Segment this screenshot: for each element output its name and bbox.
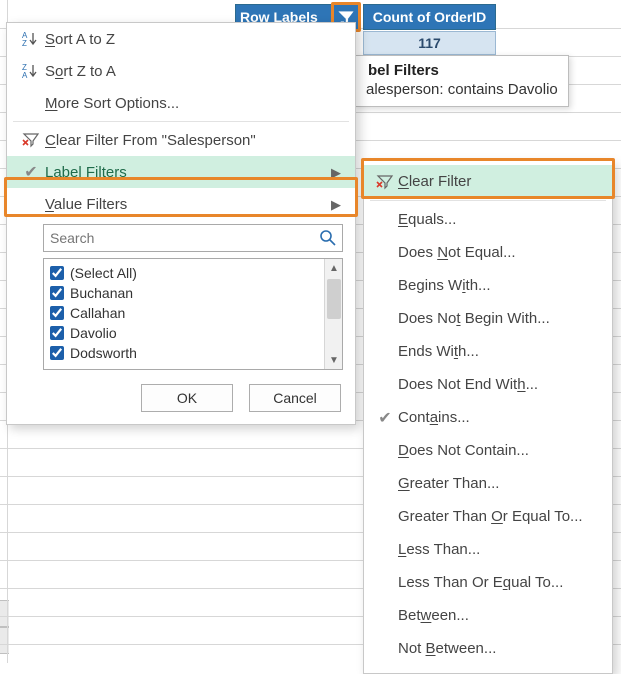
- submenu-not-equal[interactable]: Does Not Equal...: [364, 236, 612, 269]
- filter-values-items: (Select All) Buchanan Callahan Davolio D…: [44, 259, 324, 369]
- svg-text:A: A: [22, 71, 28, 80]
- checkbox[interactable]: [50, 346, 64, 360]
- checkbox[interactable]: [50, 286, 64, 300]
- cancel-button[interactable]: Cancel: [249, 384, 341, 412]
- submenu-label: Does Not Equal...: [398, 244, 516, 261]
- menu-label: Label Filters: [45, 164, 345, 181]
- submenu-label: Less Than...: [398, 541, 480, 558]
- label-filters-submenu: Clear Filter Equals... Does Not Equal...…: [363, 160, 613, 674]
- scrollbar[interactable]: ▲ ▼: [324, 259, 342, 369]
- filter-tooltip: bel Filters alesperson: contains Davolio: [355, 55, 569, 107]
- submenu-clear-filter[interactable]: Clear Filter: [364, 165, 612, 198]
- menu-label: Value Filters: [45, 196, 345, 213]
- filter-item[interactable]: Buchanan: [48, 283, 320, 303]
- submenu-not-between[interactable]: Not Between...: [364, 632, 612, 665]
- submenu-label: Begins With...: [398, 277, 491, 294]
- submenu-label: Does Not End With...: [398, 376, 538, 393]
- filter-item[interactable]: Callahan: [48, 303, 320, 323]
- submenu-contains[interactable]: ✔Contains...: [364, 401, 612, 434]
- filter-context-menu: AZ Sort A to Z ZA Sort Z to A More Sort …: [6, 22, 356, 425]
- menu-label: More Sort Options...: [45, 95, 345, 112]
- sort-az-icon: AZ: [17, 30, 45, 48]
- pivot-count-value: 117: [363, 31, 496, 55]
- submenu-not-begin-with[interactable]: Does Not Begin With...: [364, 302, 612, 335]
- submenu-arrow-icon: ▶: [331, 165, 341, 181]
- submenu-not-contain[interactable]: Does Not Contain...: [364, 434, 612, 467]
- submenu-label: Equals...: [398, 211, 456, 228]
- submenu-gte[interactable]: Greater Than Or Equal To...: [364, 500, 612, 533]
- submenu-less-than[interactable]: Less Than...: [364, 533, 612, 566]
- menu-sort-za[interactable]: ZA Sort Z to A: [7, 55, 355, 87]
- menu-sort-az[interactable]: AZ Sort A to Z: [7, 23, 355, 55]
- sort-za-icon: ZA: [17, 62, 45, 80]
- filter-item[interactable]: Dodsworth: [48, 343, 320, 363]
- menu-label: Sort A to Z: [45, 31, 345, 48]
- menu-more-sort[interactable]: More Sort Options...: [7, 87, 355, 119]
- submenu-begins-with[interactable]: Begins With...: [364, 269, 612, 302]
- separator: [13, 121, 349, 122]
- submenu-label: Greater Than...: [398, 475, 499, 492]
- scroll-thumb[interactable]: [327, 279, 341, 319]
- svg-text:Z: Z: [22, 39, 27, 48]
- scroll-up-icon[interactable]: ▲: [325, 259, 343, 277]
- scroll-down-icon[interactable]: ▼: [325, 351, 343, 369]
- ok-button[interactable]: OK: [141, 384, 233, 412]
- submenu-label: Less Than Or Equal To...: [398, 574, 563, 591]
- submenu-not-end-with[interactable]: Does Not End With...: [364, 368, 612, 401]
- clear-filter-icon: [17, 131, 45, 149]
- check-icon: ✔: [17, 162, 45, 182]
- tooltip-body: alesperson: contains Davolio: [366, 81, 558, 98]
- submenu-label: Between...: [398, 607, 469, 624]
- submenu-label: Does Not Contain...: [398, 442, 529, 459]
- menu-label: Clear Filter From "Salesperson": [45, 132, 345, 149]
- search-icon[interactable]: [319, 229, 337, 247]
- submenu-label: Does Not Begin With...: [398, 310, 550, 327]
- filter-values-listbox[interactable]: (Select All) Buchanan Callahan Davolio D…: [43, 258, 343, 370]
- submenu-equals[interactable]: Equals...: [364, 203, 612, 236]
- dialog-buttons: OK Cancel: [7, 370, 355, 412]
- submenu-ends-with[interactable]: Ends With...: [364, 335, 612, 368]
- submenu-lte[interactable]: Less Than Or Equal To...: [364, 566, 612, 599]
- menu-label: Sort Z to A: [45, 63, 345, 80]
- check-icon: ✔: [372, 408, 398, 428]
- separator: [370, 200, 606, 201]
- pivot-count-header[interactable]: Count of OrderID: [363, 4, 496, 30]
- submenu-label: Ends With...: [398, 343, 479, 360]
- submenu-label: Not Between...: [398, 640, 496, 657]
- submenu-label: Greater Than Or Equal To...: [398, 508, 583, 525]
- clear-filter-icon: [372, 173, 398, 191]
- submenu-between[interactable]: Between...: [364, 599, 612, 632]
- search-input[interactable]: [43, 224, 343, 252]
- checkbox[interactable]: [50, 266, 64, 280]
- filter-item[interactable]: Davolio: [48, 323, 320, 343]
- submenu-label: Clear Filter: [398, 173, 471, 190]
- menu-clear-filter-from[interactable]: Clear Filter From "Salesperson": [7, 124, 355, 156]
- menu-value-filters[interactable]: Value Filters ▶: [7, 188, 355, 220]
- submenu-arrow-icon: ▶: [331, 197, 341, 213]
- search-field-wrap: [43, 224, 343, 252]
- submenu-greater-than[interactable]: Greater Than...: [364, 467, 612, 500]
- menu-label-filters[interactable]: ✔ Label Filters ▶: [7, 156, 355, 188]
- filter-item[interactable]: (Select All): [48, 263, 320, 283]
- tooltip-title: bel Filters: [366, 62, 558, 79]
- checkbox[interactable]: [50, 326, 64, 340]
- submenu-label: Contains...: [398, 409, 470, 426]
- checkbox[interactable]: [50, 306, 64, 320]
